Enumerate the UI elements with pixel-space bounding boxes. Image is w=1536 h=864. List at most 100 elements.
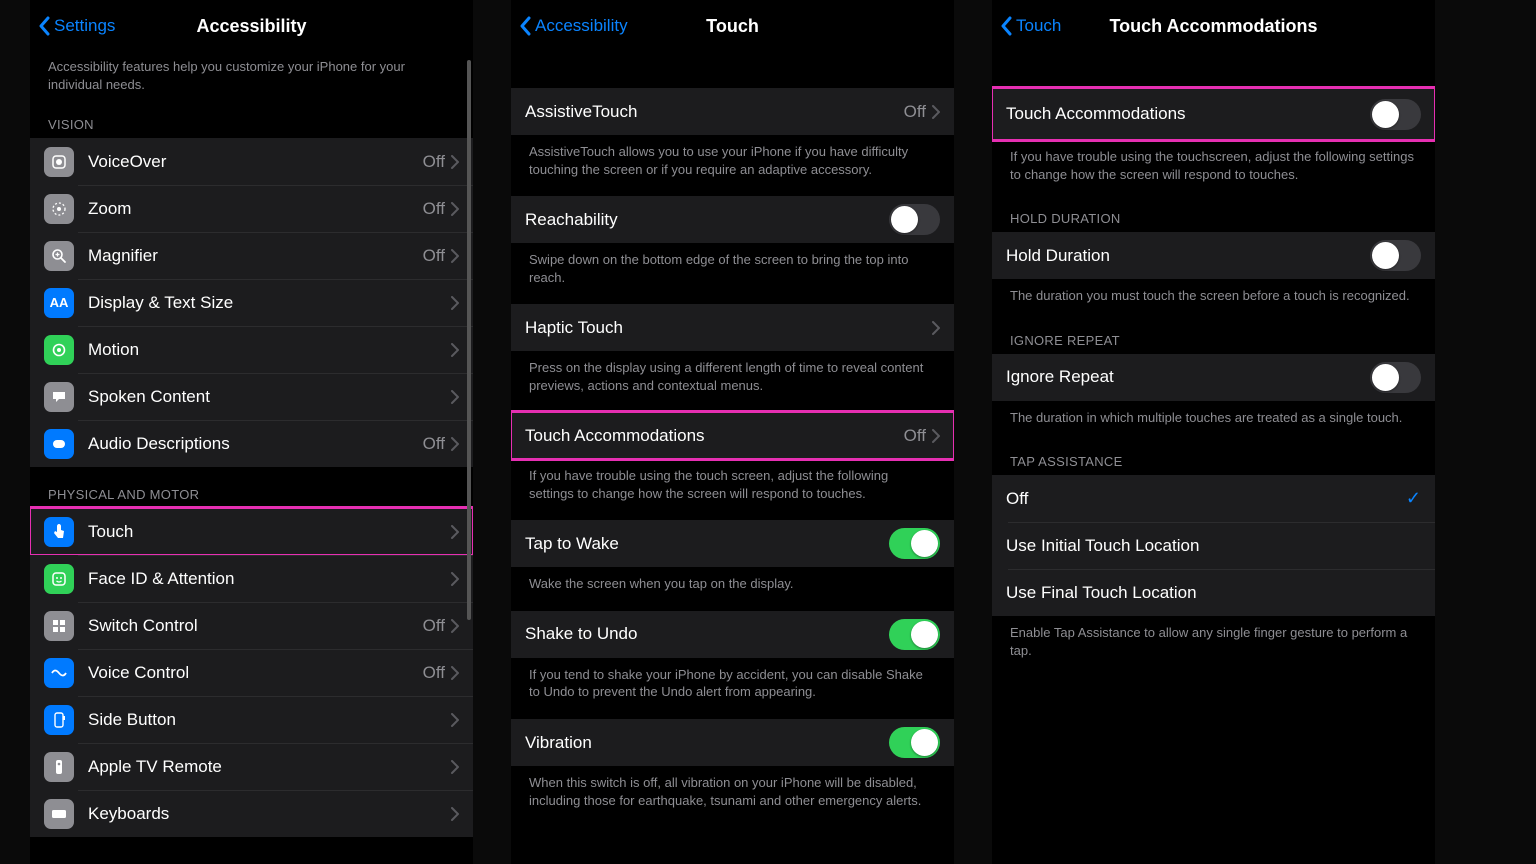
chevron-right-icon bbox=[932, 105, 940, 119]
row-shake-to-undo[interactable]: Shake to Undo bbox=[511, 611, 954, 658]
row-spoken-content[interactable]: Spoken Content bbox=[30, 373, 473, 420]
row-touch[interactable]: Touch bbox=[30, 508, 473, 555]
back-button[interactable]: Accessibility bbox=[519, 16, 628, 36]
row-hold-duration[interactable]: Hold Duration bbox=[992, 232, 1435, 279]
row-switch-control[interactable]: Switch Control Off bbox=[30, 602, 473, 649]
toggle-touch-accommodations[interactable] bbox=[1370, 99, 1421, 130]
row-label: AssistiveTouch bbox=[525, 102, 904, 122]
row-label: Hold Duration bbox=[1006, 246, 1370, 266]
scrollbar[interactable] bbox=[467, 60, 471, 620]
row-touch-accommodations-toggle[interactable]: Touch Accommodations bbox=[992, 88, 1435, 140]
row-side-button[interactable]: Side Button bbox=[30, 696, 473, 743]
row-tap-initial[interactable]: Use Initial Touch Location bbox=[992, 522, 1435, 569]
chevron-right-icon bbox=[451, 390, 459, 404]
chevron-right-icon bbox=[451, 437, 459, 451]
text-size-icon: AA bbox=[44, 288, 74, 318]
chevron-right-icon bbox=[451, 155, 459, 169]
row-display-text-size[interactable]: AA Display & Text Size bbox=[30, 279, 473, 326]
faceid-icon bbox=[44, 564, 74, 594]
row-value: Off bbox=[423, 199, 445, 219]
back-button[interactable]: Touch bbox=[1000, 16, 1061, 36]
zoom-icon bbox=[44, 194, 74, 224]
row-voice-control[interactable]: Voice Control Off bbox=[30, 649, 473, 696]
row-tap-final[interactable]: Use Final Touch Location bbox=[992, 569, 1435, 616]
row-value: Off bbox=[423, 434, 445, 454]
toggle-tap-to-wake[interactable] bbox=[889, 528, 940, 559]
row-keyboards[interactable]: Keyboards bbox=[30, 790, 473, 837]
row-footer: Swipe down on the bottom edge of the scr… bbox=[511, 243, 954, 294]
row-label: Motion bbox=[88, 340, 451, 360]
row-label: Switch Control bbox=[88, 616, 423, 636]
remote-icon bbox=[44, 752, 74, 782]
row-label: Shake to Undo bbox=[525, 624, 889, 644]
keyboard-icon bbox=[44, 799, 74, 829]
row-tap-off[interactable]: Off ✓ bbox=[992, 475, 1435, 522]
checkmark-icon: ✓ bbox=[1406, 488, 1421, 509]
row-label: Apple TV Remote bbox=[88, 757, 451, 777]
row-ignore-repeat[interactable]: Ignore Repeat bbox=[992, 354, 1435, 401]
toggle-reachability[interactable] bbox=[889, 204, 940, 235]
chevron-right-icon bbox=[451, 619, 459, 633]
back-label: Accessibility bbox=[535, 16, 628, 36]
chevron-right-icon bbox=[451, 202, 459, 216]
section-tap-assistance: TAP ASSISTANCE bbox=[992, 434, 1435, 475]
side-button-icon bbox=[44, 705, 74, 735]
row-label: Face ID & Attention bbox=[88, 569, 451, 589]
intro-text: Accessibility features help you customiz… bbox=[30, 52, 473, 97]
row-label: Voice Control bbox=[88, 663, 423, 683]
row-footer: The duration in which multiple touches a… bbox=[992, 401, 1435, 435]
chevron-right-icon bbox=[451, 249, 459, 263]
row-label: Zoom bbox=[88, 199, 423, 219]
chevron-right-icon bbox=[451, 760, 459, 774]
row-label: VoiceOver bbox=[88, 152, 423, 172]
panel-touch: Accessibility Touch AssistiveTouch Off A… bbox=[511, 0, 954, 864]
row-label: Touch Accommodations bbox=[525, 426, 904, 446]
row-label: Keyboards bbox=[88, 804, 451, 824]
row-haptic-touch[interactable]: Haptic Touch bbox=[511, 304, 954, 351]
row-footer: The duration you must touch the screen b… bbox=[992, 279, 1435, 313]
row-label: Audio Descriptions bbox=[88, 434, 423, 454]
row-footer: Press on the display using a different l… bbox=[511, 351, 954, 402]
speech-bubble-icon bbox=[44, 382, 74, 412]
toggle-vibration[interactable] bbox=[889, 727, 940, 758]
toggle-hold-duration[interactable] bbox=[1370, 240, 1421, 271]
chevron-left-icon bbox=[38, 16, 51, 36]
chevron-right-icon bbox=[451, 713, 459, 727]
row-assistivetouch[interactable]: AssistiveTouch Off bbox=[511, 88, 954, 135]
row-footer: Wake the screen when you tap on the disp… bbox=[511, 567, 954, 601]
chevron-right-icon bbox=[451, 807, 459, 821]
voiceover-icon bbox=[44, 147, 74, 177]
motion-icon bbox=[44, 335, 74, 365]
toggle-shake-to-undo[interactable] bbox=[889, 619, 940, 650]
row-footer: Enable Tap Assistance to allow any singl… bbox=[992, 616, 1435, 667]
row-magnifier[interactable]: Magnifier Off bbox=[30, 232, 473, 279]
row-value: Off bbox=[423, 616, 445, 636]
touch-icon bbox=[44, 517, 74, 547]
row-label: Spoken Content bbox=[88, 387, 451, 407]
panel-touch-accommodations: Touch Touch Accommodations Touch Accommo… bbox=[992, 0, 1435, 864]
chevron-right-icon bbox=[932, 321, 940, 335]
row-footer: If you have trouble using the touch scre… bbox=[511, 459, 954, 510]
row-zoom[interactable]: Zoom Off bbox=[30, 185, 473, 232]
row-value: Off bbox=[423, 152, 445, 172]
row-audio-descriptions[interactable]: Audio Descriptions Off bbox=[30, 420, 473, 467]
row-vibration[interactable]: Vibration bbox=[511, 719, 954, 766]
chevron-right-icon bbox=[451, 572, 459, 586]
row-footer: If you have trouble using the touchscree… bbox=[992, 140, 1435, 191]
row-reachability[interactable]: Reachability bbox=[511, 196, 954, 243]
row-footer: When this switch is off, all vibration o… bbox=[511, 766, 954, 817]
navbar: Accessibility Touch bbox=[511, 0, 954, 52]
row-touch-accommodations[interactable]: Touch Accommodations Off bbox=[511, 412, 954, 459]
row-faceid-attention[interactable]: Face ID & Attention bbox=[30, 555, 473, 602]
row-appletv-remote[interactable]: Apple TV Remote bbox=[30, 743, 473, 790]
switch-control-icon bbox=[44, 611, 74, 641]
row-tap-to-wake[interactable]: Tap to Wake bbox=[511, 520, 954, 567]
toggle-ignore-repeat[interactable] bbox=[1370, 362, 1421, 393]
row-voiceover[interactable]: VoiceOver Off bbox=[30, 138, 473, 185]
row-motion[interactable]: Motion bbox=[30, 326, 473, 373]
voice-control-icon bbox=[44, 658, 74, 688]
back-button[interactable]: Settings bbox=[38, 16, 115, 36]
row-footer: AssistiveTouch allows you to use your iP… bbox=[511, 135, 954, 186]
row-value: Off bbox=[904, 102, 926, 122]
navbar: Touch Touch Accommodations bbox=[992, 0, 1435, 52]
